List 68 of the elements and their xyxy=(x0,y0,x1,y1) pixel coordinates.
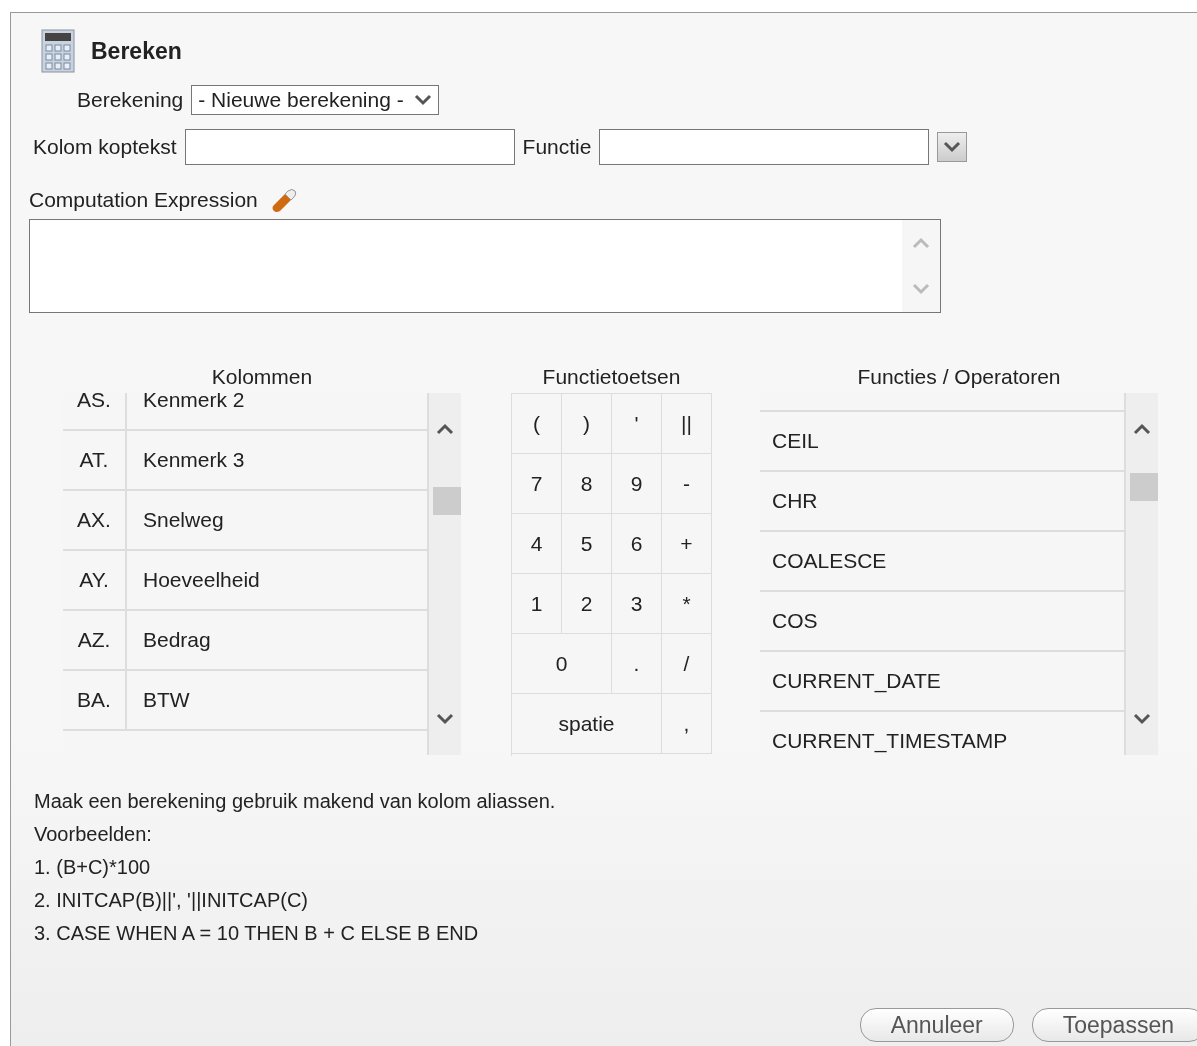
field-label: Berekening xyxy=(77,88,184,112)
keypad-key[interactable]: ) xyxy=(562,394,612,454)
column-alias[interactable]: AZ. xyxy=(63,611,127,669)
column-name[interactable]: Bedrag xyxy=(127,611,427,669)
column-name[interactable]: Hoeveelheid xyxy=(127,551,427,609)
scrollbar[interactable] xyxy=(427,393,461,755)
keypad-key[interactable]: ' xyxy=(612,394,662,454)
function-item[interactable]: COS xyxy=(772,609,818,633)
field-label: Computation Expression xyxy=(29,188,258,212)
keypad-key[interactable]: 0 xyxy=(512,634,612,694)
keypad-key[interactable]: 4 xyxy=(512,514,562,574)
keypad-key[interactable]: ( xyxy=(512,394,562,454)
calculation-select[interactable]: - Nieuwe berekening - xyxy=(191,85,439,115)
keypad-key[interactable]: || xyxy=(662,394,712,454)
help-text: 3. CASE WHEN A = 10 THEN B + C ELSE B END xyxy=(34,922,480,945)
column-name[interactable]: BTW xyxy=(127,671,427,729)
keypad-key[interactable]: - xyxy=(662,454,712,514)
column-alias[interactable]: AS. xyxy=(63,393,127,429)
input-field[interactable] xyxy=(184,129,515,165)
keypad-key[interactable]: 9 xyxy=(612,454,662,514)
section-title: Functies / Operatoren xyxy=(857,364,1061,390)
column-alias[interactable]: AT. xyxy=(63,431,127,489)
function-item[interactable]: CURRENT_TIMESTAMP xyxy=(772,729,1008,753)
keypad-key[interactable]: 7 xyxy=(512,454,562,514)
keypad-key[interactable]: + xyxy=(662,514,712,574)
column-name[interactable]: Snelweg xyxy=(127,491,427,549)
scroll-thumb[interactable] xyxy=(433,487,461,515)
field-label: Kolom koptekst xyxy=(33,135,177,159)
column-alias[interactable]: AX. xyxy=(63,491,127,549)
scroll-down-icon[interactable] xyxy=(1133,713,1151,725)
keypad-key[interactable]: . xyxy=(612,634,662,694)
dropdown-button[interactable] xyxy=(937,132,968,162)
scroll-thumb[interactable] xyxy=(1130,473,1158,501)
keypad-key[interactable]: 2 xyxy=(562,574,612,634)
keypad-key[interactable]: spatie xyxy=(512,694,662,754)
scrollbar[interactable] xyxy=(1124,393,1158,755)
dialog-button[interactable]: Toepassen xyxy=(1031,1008,1197,1042)
dialog-title: Bereken xyxy=(91,37,182,65)
column-alias[interactable]: BA. xyxy=(63,671,127,729)
keypad-key[interactable]: 3 xyxy=(612,574,662,634)
keypad-key[interactable]: 6 xyxy=(612,514,662,574)
keypad-key[interactable]: 1 xyxy=(512,574,562,634)
scroll-up-icon[interactable] xyxy=(436,423,454,435)
keypad-key[interactable]: 8 xyxy=(562,454,612,514)
column-name[interactable]: Kenmerk 3 xyxy=(127,431,427,489)
help-text: Maak een berekening gebruik makend van kolom aliassen. xyxy=(34,790,557,813)
calculator-icon xyxy=(41,29,75,73)
scroll-down-icon[interactable] xyxy=(436,713,454,725)
function-item[interactable]: CURRENT_DATE xyxy=(772,669,941,693)
scroll-up-icon[interactable] xyxy=(1133,423,1151,435)
caret-icon[interactable] xyxy=(943,141,962,153)
help-text: 1. (B+C)*100 xyxy=(34,856,152,879)
keypad-key[interactable]: * xyxy=(662,574,712,634)
keypad-key[interactable]: 5 xyxy=(562,514,612,574)
section-title: Functietoetsen xyxy=(542,364,681,390)
dialog-button[interactable]: Annuleer xyxy=(859,1008,1014,1042)
function-item[interactable]: COALESCE xyxy=(772,549,887,573)
field-label: Functie xyxy=(522,135,592,159)
input-field[interactable] xyxy=(599,129,930,165)
section-title: Kolommen xyxy=(211,364,313,390)
function-item[interactable]: CEIL xyxy=(772,429,819,453)
keypad-key[interactable]: , xyxy=(662,694,712,754)
column-alias[interactable]: AY. xyxy=(63,551,127,609)
keypad-key[interactable]: / xyxy=(662,634,712,694)
help-text: 2. INITCAP(B)||', '||INITCAP(C) xyxy=(34,889,309,912)
caret-icon[interactable] xyxy=(413,94,432,106)
function-item[interactable]: CHR xyxy=(772,489,818,513)
help-text: Voorbeelden: xyxy=(34,823,153,846)
